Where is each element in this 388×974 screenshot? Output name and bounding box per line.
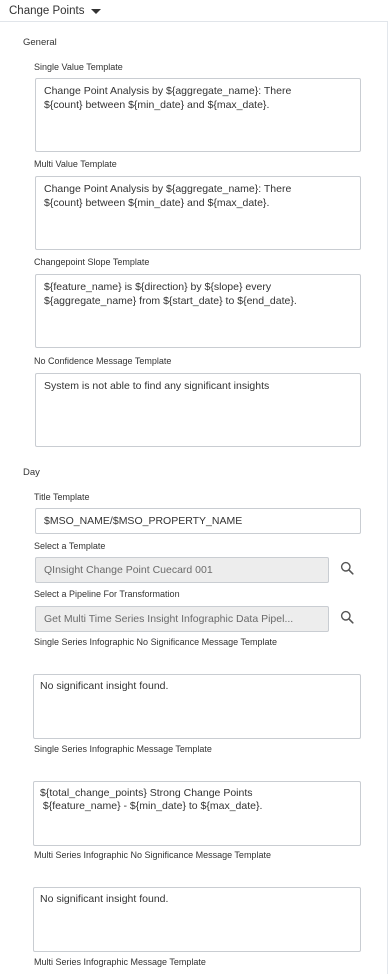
search-icon[interactable] — [340, 610, 354, 624]
multi-no-sig-label: Multi Series Infographic No Significance… — [34, 850, 271, 860]
slope-textarea[interactable]: ${feature_name} is ${direction} by ${slo… — [35, 274, 361, 348]
no-confidence-textarea[interactable]: System is not able to find any significa… — [35, 373, 361, 447]
select-template-label: Select a Template — [34, 541, 106, 551]
multi-no-sig-textarea[interactable]: No significant insight found. — [33, 887, 361, 952]
single-no-sig-textarea[interactable]: No significant insight found. — [33, 674, 361, 739]
single-msg-label: Single Series Infographic Message Templa… — [34, 744, 212, 754]
title-template-label: Title Template — [34, 492, 90, 502]
multi-value-label: Multi Value Template — [34, 159, 117, 169]
single-value-label: Single Value Template — [34, 62, 123, 72]
select-pipeline-label: Select a Pipeline For Transformation — [34, 589, 180, 599]
single-value-textarea[interactable]: Change Point Analysis by ${aggregate_nam… — [35, 78, 361, 152]
multi-value-textarea[interactable]: Change Point Analysis by ${aggregate_nam… — [35, 176, 361, 250]
day-heading: Day — [23, 467, 40, 478]
template-select[interactable]: QInsight Change Point Cuecard 001 — [35, 557, 329, 583]
multi-msg-label: Multi Series Infographic Message Templat… — [34, 957, 206, 967]
change-points-header[interactable]: Change Points — [0, 0, 388, 22]
no-confidence-label: No Confidence Message Template — [34, 356, 172, 366]
slope-label: Changepoint Slope Template — [34, 257, 150, 267]
caret-down-icon[interactable] — [91, 8, 102, 14]
general-heading: General — [23, 37, 57, 48]
title-template-input[interactable]: $MSO_NAME/$MSO_PROPERTY_NAME — [35, 508, 361, 534]
section-title: Change Points — [9, 4, 85, 17]
pipeline-select[interactable]: Get Multi Time Series Insight Infographi… — [35, 606, 329, 632]
single-no-sig-label: Single Series Infographic No Significanc… — [34, 637, 277, 647]
search-icon[interactable] — [340, 561, 354, 575]
single-msg-textarea[interactable]: ${total_change_points} Strong Change Poi… — [33, 781, 361, 846]
